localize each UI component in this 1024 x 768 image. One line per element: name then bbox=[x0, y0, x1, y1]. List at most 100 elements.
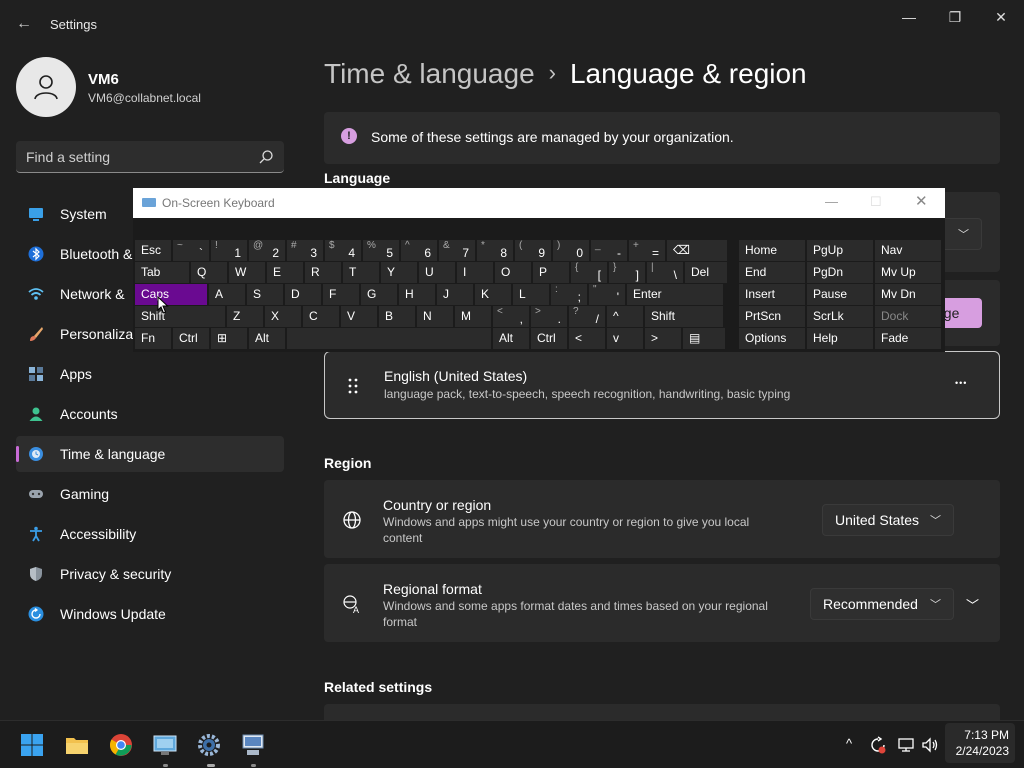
key-fade[interactable]: Fade bbox=[875, 328, 941, 349]
key-symbol[interactable]: < bbox=[569, 328, 605, 349]
key-s[interactable]: S bbox=[247, 284, 283, 305]
key-n[interactable]: N bbox=[417, 306, 453, 327]
sidebar-item-windows-update[interactable]: Windows Update bbox=[16, 596, 284, 632]
key-caps[interactable]: Caps bbox=[135, 284, 207, 305]
key-0[interactable]: ) 0 bbox=[553, 240, 589, 261]
key-a[interactable]: A bbox=[209, 284, 245, 305]
key-del[interactable]: Del bbox=[685, 262, 727, 283]
key-p[interactable]: P bbox=[533, 262, 569, 283]
osk-title-bar[interactable]: On-Screen Keyboard — ☐ ✕ bbox=[133, 188, 945, 218]
network-app-icon[interactable] bbox=[241, 733, 265, 757]
osk-minimize-button[interactable]: — bbox=[825, 194, 838, 209]
sidebar-item-time-language[interactable]: Time & language bbox=[16, 436, 284, 472]
regional-format-dropdown[interactable]: Recommended ﹀ bbox=[810, 588, 954, 620]
minimize-button[interactable]: — bbox=[886, 6, 932, 28]
key-v[interactable]: V bbox=[341, 306, 377, 327]
sidebar-item-accessibility[interactable]: Accessibility bbox=[16, 516, 284, 552]
key-symbol[interactable]: ? / bbox=[569, 306, 605, 327]
key-symbol[interactable]: | \ bbox=[647, 262, 683, 283]
country-region-dropdown[interactable]: United States ﹀ bbox=[822, 504, 954, 536]
key-d[interactable]: D bbox=[285, 284, 321, 305]
key-v[interactable]: v bbox=[607, 328, 643, 349]
key-symbol[interactable]: ~ ` bbox=[173, 240, 209, 261]
key-r[interactable]: R bbox=[305, 262, 341, 283]
key-nav[interactable]: Nav bbox=[875, 240, 941, 261]
key-end[interactable]: End bbox=[739, 262, 805, 283]
language-item-english[interactable]: English (United States) language pack, t… bbox=[324, 351, 1000, 419]
volume-icon[interactable] bbox=[921, 736, 939, 754]
key-c[interactable]: C bbox=[303, 306, 339, 327]
key-z[interactable]: Z bbox=[227, 306, 263, 327]
file-explorer-icon[interactable] bbox=[65, 733, 89, 757]
key-h[interactable]: H bbox=[399, 284, 435, 305]
key-e[interactable]: E bbox=[267, 262, 303, 283]
key-symbol[interactable]: " ' bbox=[589, 284, 625, 305]
key-symbol[interactable]: >. bbox=[531, 306, 567, 327]
more-options-icon[interactable]: ••• bbox=[955, 378, 967, 388]
key-w[interactable]: W bbox=[229, 262, 265, 283]
key-symbol[interactable]: <, bbox=[493, 306, 529, 327]
sidebar-item-gaming[interactable]: Gaming bbox=[16, 476, 284, 512]
key-pgdn[interactable]: PgDn bbox=[807, 262, 873, 283]
key-fn[interactable]: Fn bbox=[135, 328, 171, 349]
key-9[interactable]: (9 bbox=[515, 240, 551, 261]
start-icon[interactable] bbox=[20, 733, 44, 757]
key-mv-dn[interactable]: Mv Dn bbox=[875, 284, 941, 305]
key-home[interactable]: Home bbox=[739, 240, 805, 261]
key-pgup[interactable]: PgUp bbox=[807, 240, 873, 261]
key-2[interactable]: @2 bbox=[249, 240, 285, 261]
key-mv-up[interactable]: Mv Up bbox=[875, 262, 941, 283]
key-pause[interactable]: Pause bbox=[807, 284, 873, 305]
key-ctrl[interactable]: Ctrl bbox=[173, 328, 209, 349]
key-j[interactable]: J bbox=[437, 284, 473, 305]
key-symbol[interactable]: > bbox=[645, 328, 681, 349]
network-icon[interactable] bbox=[897, 736, 915, 754]
key-symbol[interactable]: {[ bbox=[571, 262, 607, 283]
key-8[interactable]: * 8 bbox=[477, 240, 513, 261]
key-1[interactable]: ! 1 bbox=[211, 240, 247, 261]
key-enter[interactable]: Enter bbox=[627, 284, 723, 305]
osk-maximize-button[interactable]: ☐ bbox=[870, 194, 882, 210]
key-x[interactable]: X bbox=[265, 306, 301, 327]
key-symbol[interactable]: _ - bbox=[591, 240, 627, 261]
avatar[interactable] bbox=[16, 57, 76, 117]
settings-icon[interactable] bbox=[197, 733, 221, 757]
key-alt[interactable]: Alt bbox=[249, 328, 285, 349]
key-symbol[interactable]: ⌫ bbox=[667, 240, 727, 261]
key-symbol[interactable]: }] bbox=[609, 262, 645, 283]
breadcrumb-parent[interactable]: Time & language bbox=[324, 58, 535, 89]
key-shift[interactable]: Shift bbox=[645, 306, 723, 327]
key-m[interactable]: M bbox=[455, 306, 491, 327]
key-esc[interactable]: Esc bbox=[135, 240, 171, 261]
expand-chevron-icon[interactable]: ﹀ bbox=[966, 595, 979, 614]
key-u[interactable]: U bbox=[419, 262, 455, 283]
key-g[interactable]: G bbox=[361, 284, 397, 305]
key-symbol[interactable]: :; bbox=[551, 284, 587, 305]
key-help[interactable]: Help bbox=[807, 328, 873, 349]
key-7[interactable]: & 7 bbox=[439, 240, 475, 261]
key-scrlk[interactable]: ScrLk bbox=[807, 306, 873, 327]
key-space[interactable] bbox=[287, 328, 491, 349]
close-button[interactable]: ✕ bbox=[978, 6, 1024, 28]
drag-handle-icon[interactable] bbox=[347, 378, 359, 394]
key-shift[interactable]: Shift bbox=[135, 306, 225, 327]
key-6[interactable]: ^ 6 bbox=[401, 240, 437, 261]
key-l[interactable]: L bbox=[513, 284, 549, 305]
key-dock[interactable]: Dock bbox=[875, 306, 941, 327]
remote-desktop-icon[interactable] bbox=[153, 733, 177, 757]
osk-close-button[interactable]: ✕ bbox=[915, 192, 928, 210]
key-b[interactable]: B bbox=[379, 306, 415, 327]
sidebar-item-privacy-security[interactable]: Privacy & security bbox=[16, 556, 284, 592]
search-box[interactable]: Find a setting bbox=[16, 141, 284, 173]
key-insert[interactable]: Insert bbox=[739, 284, 805, 305]
key-y[interactable]: Y bbox=[381, 262, 417, 283]
key-i[interactable]: I bbox=[457, 262, 493, 283]
key-symbol[interactable]: ⊞ bbox=[211, 328, 247, 349]
chrome-icon[interactable] bbox=[109, 733, 133, 757]
key-symbol[interactable]: ^ bbox=[607, 306, 643, 327]
sidebar-item-apps[interactable]: Apps bbox=[16, 356, 284, 392]
key-alt[interactable]: Alt bbox=[493, 328, 529, 349]
key-tab[interactable]: Tab bbox=[135, 262, 189, 283]
back-button[interactable]: ← bbox=[12, 12, 36, 36]
key-5[interactable]: % 5 bbox=[363, 240, 399, 261]
